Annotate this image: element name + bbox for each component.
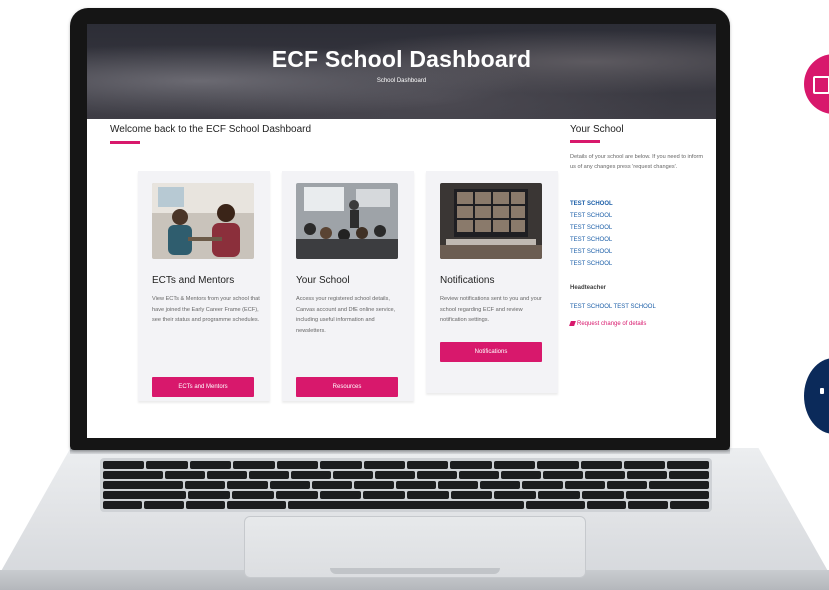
hero-banner: ECF School Dashboard School Dashboard — [87, 24, 716, 119]
pencil-icon — [569, 321, 576, 326]
card-description: Review notifications sent to you and you… — [440, 296, 542, 323]
sidebar-description: Details of your school are below. If you… — [570, 154, 704, 170]
school-line[interactable]: TEST SCHOOL — [570, 210, 613, 222]
card-title: ECTs and Mentors — [152, 275, 235, 286]
card-description: Access your registered school details, C… — [296, 296, 396, 334]
school-line[interactable]: TEST SCHOOL — [570, 234, 613, 246]
request-change-link[interactable]: Request change of details — [569, 321, 647, 328]
heading-underline — [110, 141, 140, 144]
card-your-school: Your School Access your registered schoo… — [282, 171, 414, 401]
school-line[interactable]: TEST SCHOOL — [570, 222, 613, 234]
card-notifications: Notifications Review notifications sent … — [426, 171, 558, 393]
side-badge-navy — [804, 358, 829, 434]
card-description: View ECTs & Mentors from your school tha… — [152, 296, 260, 323]
video-call-photo — [440, 183, 542, 259]
headteacher-label: Headteacher — [570, 285, 607, 291]
card-title: Notifications — [440, 275, 495, 286]
resources-button[interactable]: Resources — [296, 377, 398, 397]
page-subtitle: School Dashboard — [376, 78, 427, 84]
request-change-label: Request change of details — [577, 321, 647, 328]
classroom-photo — [296, 183, 398, 259]
school-details-list: TEST SCHOOL TEST SCHOOL TEST SCHOOL TEST… — [570, 198, 613, 270]
laptop-screen: ECF School Dashboard School Dashboard We… — [87, 24, 716, 438]
quote-icon — [820, 388, 824, 394]
page-title: ECF School Dashboard — [271, 46, 532, 72]
welcome-heading: Welcome back to the ECF School Dashboard — [110, 124, 312, 135]
school-line[interactable]: TEST SCHOOL — [570, 198, 613, 210]
sidebar-title: Your School — [570, 124, 624, 135]
headteacher-name[interactable]: TEST SCHOOL TEST SCHOOL — [570, 304, 656, 310]
ects-mentors-button[interactable]: ECTs and Mentors — [152, 377, 254, 397]
card-ects-mentors: ECTs and Mentors View ECTs & Mentors fro… — [138, 171, 270, 401]
school-line[interactable]: TEST SCHOOL — [570, 258, 613, 270]
school-line[interactable]: TEST SCHOOL — [570, 246, 613, 258]
laptop-notch — [330, 568, 500, 574]
laptop-keyboard — [100, 458, 712, 512]
notifications-button[interactable]: Notifications — [440, 342, 542, 362]
ects-mentors-photo — [152, 183, 254, 259]
sidebar-underline — [570, 140, 600, 143]
side-badge-pink — [804, 54, 829, 114]
card-title: Your School — [296, 275, 350, 286]
square-icon — [813, 76, 829, 94]
